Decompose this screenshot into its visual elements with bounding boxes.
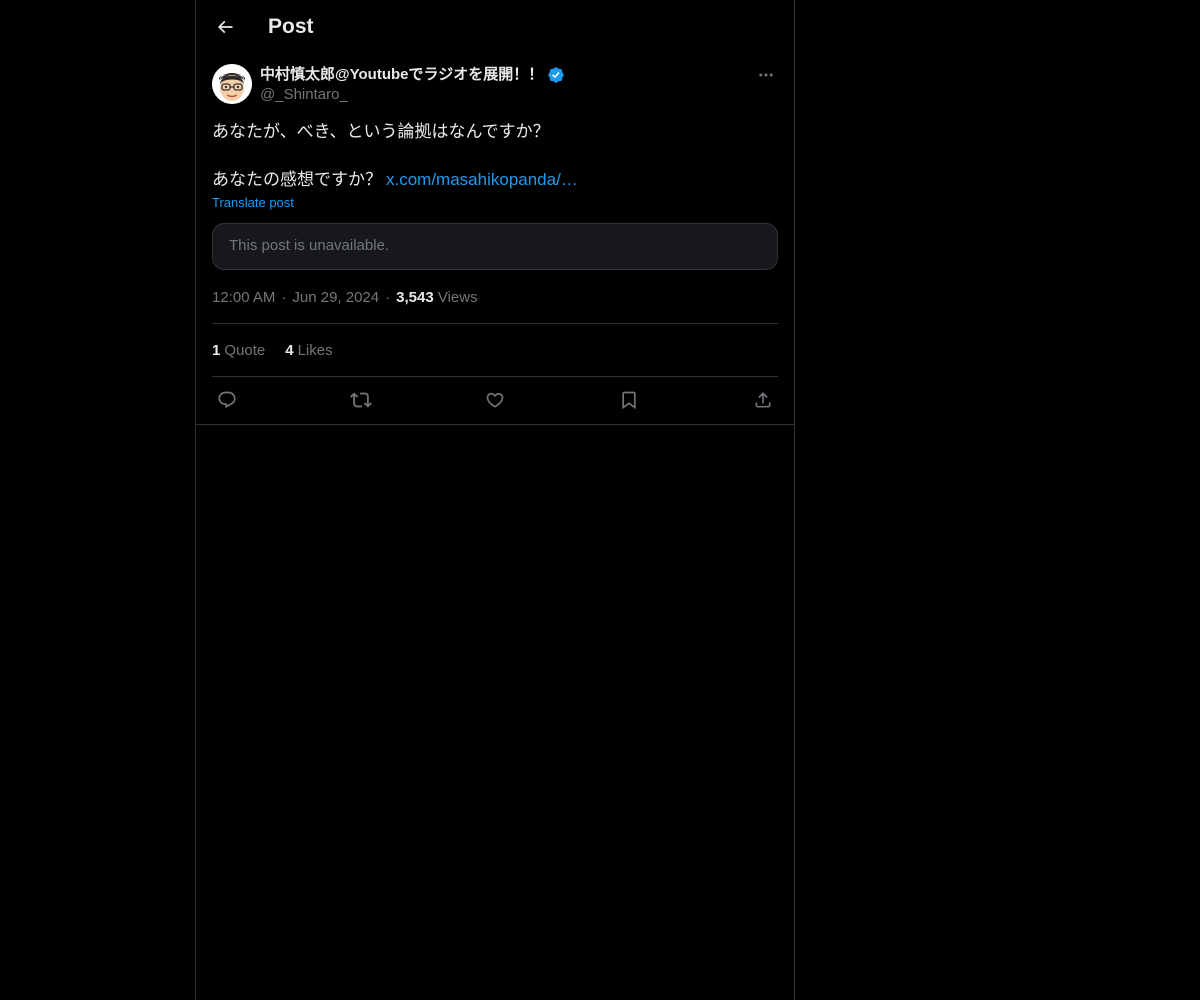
reply-icon	[217, 390, 237, 410]
likes-count: 4	[285, 342, 294, 359]
views-count: 3,543	[396, 289, 434, 306]
likes-label: Likes	[297, 342, 333, 359]
more-options-button[interactable]	[754, 64, 778, 86]
divider	[212, 323, 778, 324]
back-button[interactable]	[208, 10, 242, 44]
repost-icon	[350, 389, 372, 411]
arrow-left-icon	[215, 17, 235, 37]
verified-badge-icon	[547, 66, 565, 84]
translate-post-link[interactable]: Translate post	[212, 195, 294, 211]
quotes-stat[interactable]: 1 Quote	[212, 341, 265, 361]
quote-label: Quote	[224, 342, 266, 359]
main-column: Post 中村慎太郎@Youtubeでラジオを展開！！ @_Shintaro_ …	[195, 0, 795, 1000]
ellipsis-icon	[757, 66, 775, 84]
quote-unavailable-text: This post is unavailable.	[229, 237, 390, 254]
post-text-line-2-wrap: あなたの感想ですか？ x.com/masahikopanda/…	[212, 168, 778, 192]
likes-stat[interactable]: 4 Likes	[285, 341, 332, 361]
quote-count: 1	[212, 342, 221, 359]
post-date[interactable]: Jun 29, 2024	[292, 289, 379, 306]
author-display-name[interactable]: 中村慎太郎@Youtubeでラジオを展開！！	[260, 65, 543, 85]
repost-button[interactable]	[346, 385, 376, 415]
post-link[interactable]: x.com/masahikopanda/…	[386, 170, 578, 189]
post-text-line-2: あなたの感想ですか？	[212, 170, 382, 189]
post-text: あなたが、べき、という論拠はなんですか？ あなたの感想ですか？ x.com/mas…	[212, 120, 778, 192]
meta-separator: ·	[385, 289, 391, 306]
reply-button[interactable]	[212, 385, 242, 415]
like-button[interactable]	[480, 385, 510, 415]
quoted-post-card: This post is unavailable.	[212, 223, 778, 270]
author-block: 中村慎太郎@Youtubeでラジオを展開！！ @_Shintaro_	[260, 65, 565, 105]
like-icon	[485, 390, 505, 410]
author-handle[interactable]: @_Shintaro_	[260, 85, 565, 105]
post-text-line-1: あなたが、べき、という論拠はなんですか？	[212, 122, 550, 141]
post-bottom-border	[196, 424, 794, 425]
page-title: Post	[268, 15, 314, 38]
top-bar: Post	[196, 0, 794, 53]
bookmark-button[interactable]	[614, 385, 644, 415]
divider	[212, 376, 778, 377]
share-icon	[753, 390, 773, 410]
avatar[interactable]	[212, 64, 252, 104]
post-meta: 12:00 AM · Jun 29, 2024 · 3,543 Views	[212, 288, 478, 308]
bookmark-icon	[619, 390, 639, 410]
engagement-stats: 1 Quote 4 Likes	[212, 341, 353, 361]
share-button[interactable]	[748, 385, 778, 415]
action-bar	[212, 385, 778, 415]
post-time[interactable]: 12:00 AM	[212, 289, 275, 306]
meta-separator: ·	[281, 289, 287, 306]
views-label: Views	[437, 289, 478, 306]
